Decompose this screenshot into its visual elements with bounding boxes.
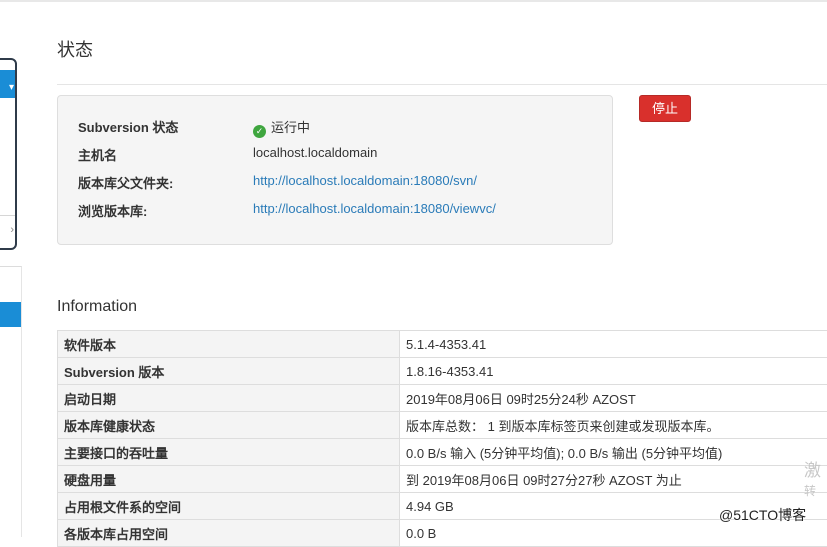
repo-parent-link[interactable]: http://localhost.localdomain:18080/svn/ [253, 173, 477, 188]
watermark-overlay: 激 转 [804, 458, 821, 498]
info-key: 硬盘用量 [58, 466, 400, 493]
repo-parent-label: 版本库父文件夹: [78, 173, 173, 192]
status-panel: Subversion 状态 ✓ 运行中 主机名 localhost.localdo… [57, 95, 613, 245]
table-row: 启动日期 2019年08月06日 09时25分24秒 AZOST [58, 385, 827, 412]
info-value: 0.0 B/s 输入 (5分钟平均值); 0.0 B/s 输出 (5分钟平均值) [400, 439, 827, 466]
info-key: 主要接口的吞吐量 [58, 439, 400, 466]
info-key: 版本库健康状态 [58, 412, 400, 439]
info-value: 5.1.4-4353.41 [400, 331, 827, 358]
info-key: 启动日期 [58, 385, 400, 412]
info-key: 占用根文件系的空间 [58, 493, 400, 520]
info-key: 软件版本 [58, 331, 400, 358]
chevron-right-icon[interactable]: › [10, 224, 14, 236]
watermark-text: 转 [804, 484, 821, 498]
sidebar-item-active[interactable] [0, 302, 21, 327]
information-table: 软件版本 5.1.4-4353.41 Subversion 版本 1.8.16-… [57, 330, 827, 547]
hostname-label: 主机名 [78, 145, 117, 164]
browse-label: 浏览版本库: [78, 201, 147, 220]
watermark-brand: @51CTO博客 [719, 505, 806, 525]
status-value: ✓ 运行中 [253, 117, 310, 138]
check-circle-icon: ✓ [253, 125, 266, 138]
info-value: 版本库总数： 1 到版本库标签页来创建或发现版本库。 [400, 412, 827, 439]
hostname-value: localhost.localdomain [253, 145, 377, 160]
running-text: 运行中 [271, 120, 310, 135]
table-row: 版本库健康状态 版本库总数： 1 到版本库标签页来创建或发现版本库。 [58, 412, 827, 439]
top-divider [0, 0, 827, 2]
table-row: 主要接口的吞吐量 0.0 B/s 输入 (5分钟平均值); 0.0 B/s 输出… [58, 439, 827, 466]
watermark-text: 激 [804, 458, 821, 484]
chevron-down-icon[interactable]: ▾ [9, 82, 14, 93]
table-row: 占用根文件系的空间 4.94 GB [58, 493, 827, 520]
info-key: 各版本库占用空间 [58, 520, 400, 547]
info-value: 到 2019年08月06日 09时27分27秒 AZOST 为止 [400, 466, 827, 493]
info-value: 2019年08月06日 09时25分24秒 AZOST [400, 385, 827, 412]
stop-button[interactable]: 停止 [639, 95, 691, 122]
information-title: Information [57, 298, 137, 316]
browse-link[interactable]: http://localhost.localdomain:18080/viewv… [253, 201, 496, 216]
sidebar-dropdown-panel[interactable]: ▾ › [0, 58, 17, 250]
info-key: Subversion 版本 [58, 358, 400, 385]
table-row: 硬盘用量 到 2019年08月06日 09时27分27秒 AZOST 为止 [58, 466, 827, 493]
title-divider [57, 84, 827, 85]
info-value: 1.8.16-4353.41 [400, 358, 827, 385]
table-row: 软件版本 5.1.4-4353.41 [58, 331, 827, 358]
table-row: Subversion 版本 1.8.16-4353.41 [58, 358, 827, 385]
page-title: 状态 [57, 36, 93, 62]
sidebar-selected-item[interactable]: ▾ [0, 70, 15, 98]
sidebar-nav [0, 266, 22, 537]
sidebar-divider [0, 215, 15, 216]
table-row: 各版本库占用空间 0.0 B [58, 520, 827, 547]
status-label: Subversion 状态 [78, 117, 178, 136]
